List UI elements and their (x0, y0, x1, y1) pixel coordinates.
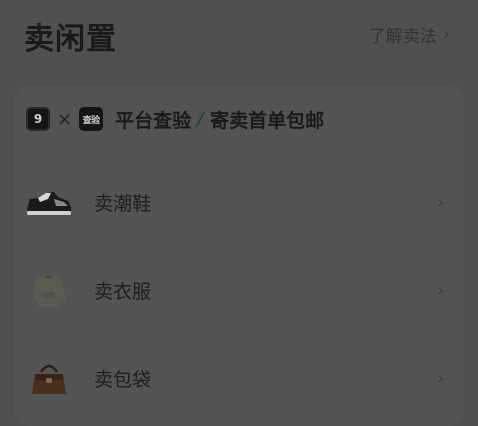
page-title: 卖闲置 (24, 22, 117, 57)
category-label: 卖潮鞋 (94, 192, 152, 215)
ninety-five-logo-icon: 9 (26, 107, 50, 131)
chevron-right-icon: › (442, 24, 450, 45)
category-row-clothes[interactable]: 卖衣服 › (14, 260, 464, 320)
chevron-right-icon: › (436, 279, 444, 301)
promo-banner[interactable]: 9 × 查验 平台查验 / 寄卖首单包邮 (26, 104, 324, 134)
learn-selling-label: 了解卖法 (368, 27, 437, 47)
category-row-bags[interactable]: 卖包袋 › (14, 348, 464, 408)
promo-slash: / (197, 108, 205, 130)
platform-inspection-text: 平台查验 (115, 109, 192, 132)
promo-text: 平台查验 / 寄卖首单包邮 (115, 106, 324, 133)
category-label: 卖包袋 (94, 368, 152, 391)
category-row-sneakers[interactable]: 卖潮鞋 › (14, 172, 464, 232)
learn-selling-link[interactable]: 了解卖法 › (369, 22, 450, 47)
category-label: 卖衣服 (94, 280, 152, 303)
chevron-right-icon: › (436, 191, 444, 213)
handbag-icon (24, 355, 74, 401)
sneaker-icon (24, 179, 74, 225)
sell-card: 9 × 查验 平台查验 / 寄卖首单包邮 卖潮鞋 › 卖衣服 › 卖包袋 › (14, 86, 464, 426)
header: 卖闲置 了解卖法 › (0, 0, 478, 70)
times-separator: × (57, 108, 73, 130)
chevron-right-icon: › (436, 367, 444, 389)
inspection-logo-icon: 查验 (79, 107, 104, 131)
consignment-offer-text: 寄卖首单包邮 (210, 109, 325, 132)
hoodie-icon (24, 267, 74, 313)
